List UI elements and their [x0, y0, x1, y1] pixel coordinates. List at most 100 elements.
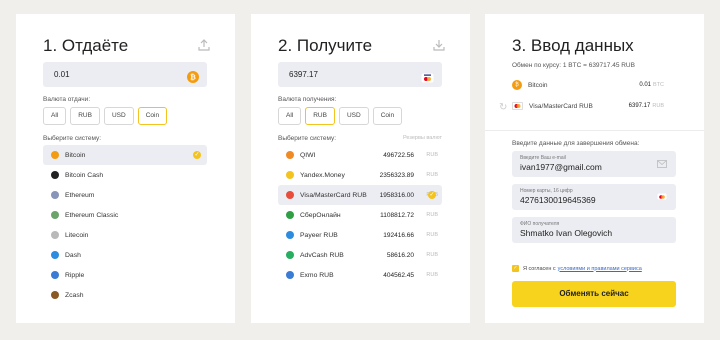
receive-title: 2. Получите — [278, 36, 373, 55]
reserve-amount: 1108812.72 — [380, 211, 414, 219]
terms-link[interactable]: условиями и правилами сервиса — [558, 266, 642, 272]
receive-item-label: AdvCash RUB — [300, 251, 344, 259]
receive-system-list: QIWI 496722.56 RUB Yandex.Money 2356323.89 RU… — [278, 145, 442, 285]
summary-from-cur: BTC — [653, 82, 664, 88]
tab-rub[interactable]: RUB — [305, 107, 335, 125]
bitcoin-cash-icon — [51, 171, 59, 179]
receive-item[interactable]: СберОнлайн 1108812.72 RUB — [278, 205, 442, 225]
give-item[interactable]: Ripple — [43, 265, 207, 285]
dash-icon — [51, 251, 59, 259]
tab-all[interactable]: All — [43, 107, 67, 125]
card-value: 4276130019645369 — [520, 195, 596, 205]
receive-currency-label: Валюта получения: — [278, 96, 337, 103]
tab-coin[interactable]: Coin — [372, 107, 403, 125]
receive-item[interactable]: QIWI 496722.56 RUB — [278, 145, 442, 165]
data-label: Введите данные для завершения обмена: — [512, 140, 640, 147]
give-system-list: Bitcoin ✓ Bitcoin Cash Ethereum Ethereum Cla… — [43, 145, 207, 305]
receive-system-label: Выберите систему: — [278, 135, 337, 142]
give-tabs: All RUB USD Coin — [43, 107, 168, 125]
advcash-icon — [286, 251, 294, 259]
give-item[interactable]: Ethereum — [43, 185, 207, 205]
details-title: 3. Ввод данных — [512, 36, 634, 55]
receive-item-label: Yandex.Money — [300, 171, 345, 179]
give-amount-input[interactable]: 0.01 ₿ — [43, 62, 207, 87]
reserve-currency: RUB — [426, 152, 438, 158]
give-item[interactable]: Litecoin — [43, 225, 207, 245]
reserve-amount: 1958316.00 — [379, 191, 414, 199]
card-icon — [420, 68, 435, 93]
qiwi-icon — [286, 151, 294, 159]
give-item[interactable]: Dash — [43, 245, 207, 265]
card-icon — [286, 191, 294, 199]
give-currency-label: Валюта отдачи: — [43, 96, 91, 103]
give-system-label: Выберите систему: — [43, 135, 102, 142]
reserve-currency: RUB — [426, 172, 438, 178]
fio-value: Shmatko Ivan Olegovich — [520, 228, 613, 238]
receive-item-label: QIWI — [300, 151, 316, 159]
receive-item[interactable]: Exmo RUB 404562.45 RUB — [278, 265, 442, 285]
summary-to-name: Visa/MasterCard RUB — [529, 102, 593, 110]
ripple-icon — [51, 271, 59, 279]
reserve-currency: RUB — [426, 232, 438, 238]
divider — [485, 130, 704, 131]
download-icon[interactable] — [432, 38, 446, 52]
receive-panel: 2. Получите 6397.17 Валюта получения: Al… — [251, 14, 470, 323]
receive-item[interactable]: Yandex.Money 2356323.89 RUB — [278, 165, 442, 185]
reserve-amount: 404562.45 — [383, 271, 414, 279]
agree-checkbox[interactable]: ✓ — [512, 265, 519, 272]
receive-item[interactable]: Visa/MasterCard RUB1958316.00RUB✓ — [278, 185, 442, 205]
give-item[interactable]: Ethereum Classic — [43, 205, 207, 225]
summary-to: Visa/MasterCard RUB 6397.17 RUB — [512, 98, 676, 114]
details-panel: 3. Ввод данных Обмен по курсу: 1 BTC = 6… — [485, 14, 704, 323]
check-icon: ✓ — [193, 151, 201, 159]
reserve-amount: 2356323.89 — [379, 171, 414, 179]
give-item[interactable]: Zcash — [43, 285, 207, 305]
agree-text: Я согласен с — [523, 265, 556, 272]
zcash-icon — [51, 291, 59, 299]
litecoin-icon — [51, 231, 59, 239]
email-label: Введите Ваш e-mail — [520, 155, 566, 161]
reserve-amount: 496722.56 — [383, 151, 414, 159]
tab-usd[interactable]: USD — [338, 107, 369, 125]
sber-icon — [286, 211, 294, 219]
yandex-money-icon — [286, 171, 294, 179]
give-item[interactable]: Bitcoin ✓ — [43, 145, 207, 165]
summary-from-name: Bitcoin — [528, 81, 548, 89]
receive-amount-input[interactable]: 6397.17 — [278, 62, 442, 87]
tab-coin[interactable]: Coin — [137, 107, 168, 125]
agree-row: ✓ Я согласен с условиями и правилами сер… — [512, 265, 642, 272]
give-item-label: Dash — [65, 251, 81, 259]
receive-item-label: Payeer RUB — [300, 231, 338, 239]
receive-item[interactable]: AdvCash RUB 58616.20 RUB — [278, 245, 442, 265]
ethereum-icon — [51, 191, 59, 199]
bitcoin-icon — [51, 151, 59, 159]
email-field[interactable]: Введите Ваш e-mail ivan1977@gmail.com — [512, 151, 676, 177]
card-label: Номер карты, 16 цифр — [520, 188, 573, 194]
tab-all[interactable]: All — [278, 107, 302, 125]
refresh-icon[interactable]: ↻ — [499, 102, 507, 113]
mail-icon — [657, 160, 667, 168]
tab-usd[interactable]: USD — [103, 107, 134, 125]
exchange-button[interactable]: Обменять сейчас — [512, 281, 676, 307]
receive-item-label: Exmo RUB — [300, 271, 334, 279]
ethereum-classic-icon — [51, 211, 59, 219]
receive-item-label: СберОнлайн — [300, 211, 341, 219]
card-number-field[interactable]: Номер карты, 16 цифр 4276130019645369 — [512, 184, 676, 210]
receive-tabs: All RUB USD Coin — [278, 107, 403, 125]
give-item-label: Bitcoin — [65, 151, 86, 159]
exmo-icon — [286, 271, 294, 279]
upload-icon[interactable] — [197, 38, 211, 52]
reserve-amount: 192416.66 — [383, 231, 414, 239]
card-icon — [512, 102, 523, 110]
receive-amount-value: 6397.17 — [289, 70, 318, 79]
reserve-currency: RUB — [426, 272, 438, 278]
give-amount-value: 0.01 — [54, 70, 70, 79]
give-item-label: Ethereum — [65, 191, 95, 199]
give-item-label: Bitcoin Cash — [65, 171, 104, 179]
bitcoin-icon: ₿ — [512, 80, 522, 90]
tab-rub[interactable]: RUB — [70, 107, 100, 125]
give-item[interactable]: Bitcoin Cash — [43, 165, 207, 185]
summary-to-cur: RUB — [652, 103, 664, 109]
recipient-name-field[interactable]: ФИО получателя Shmatko Ivan Olegovich — [512, 217, 676, 243]
receive-item[interactable]: Payeer RUB 192416.66 RUB — [278, 225, 442, 245]
